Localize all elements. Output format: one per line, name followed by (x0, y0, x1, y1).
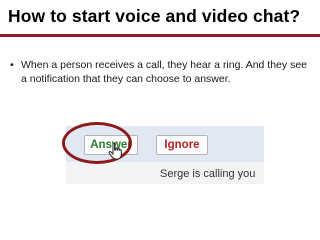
bullet-dot: • (10, 59, 14, 71)
slide-title: How to start voice and video chat? (8, 6, 301, 26)
ignore-button[interactable]: Ignore (156, 135, 208, 155)
bullet-text: When a person receives a call, they hear… (21, 59, 307, 85)
bullet-item: • When a person receives a call, they he… (10, 58, 310, 86)
title-divider (0, 34, 320, 37)
caller-text: Serge is calling you (160, 168, 256, 180)
hand-pointer-icon (108, 142, 122, 160)
